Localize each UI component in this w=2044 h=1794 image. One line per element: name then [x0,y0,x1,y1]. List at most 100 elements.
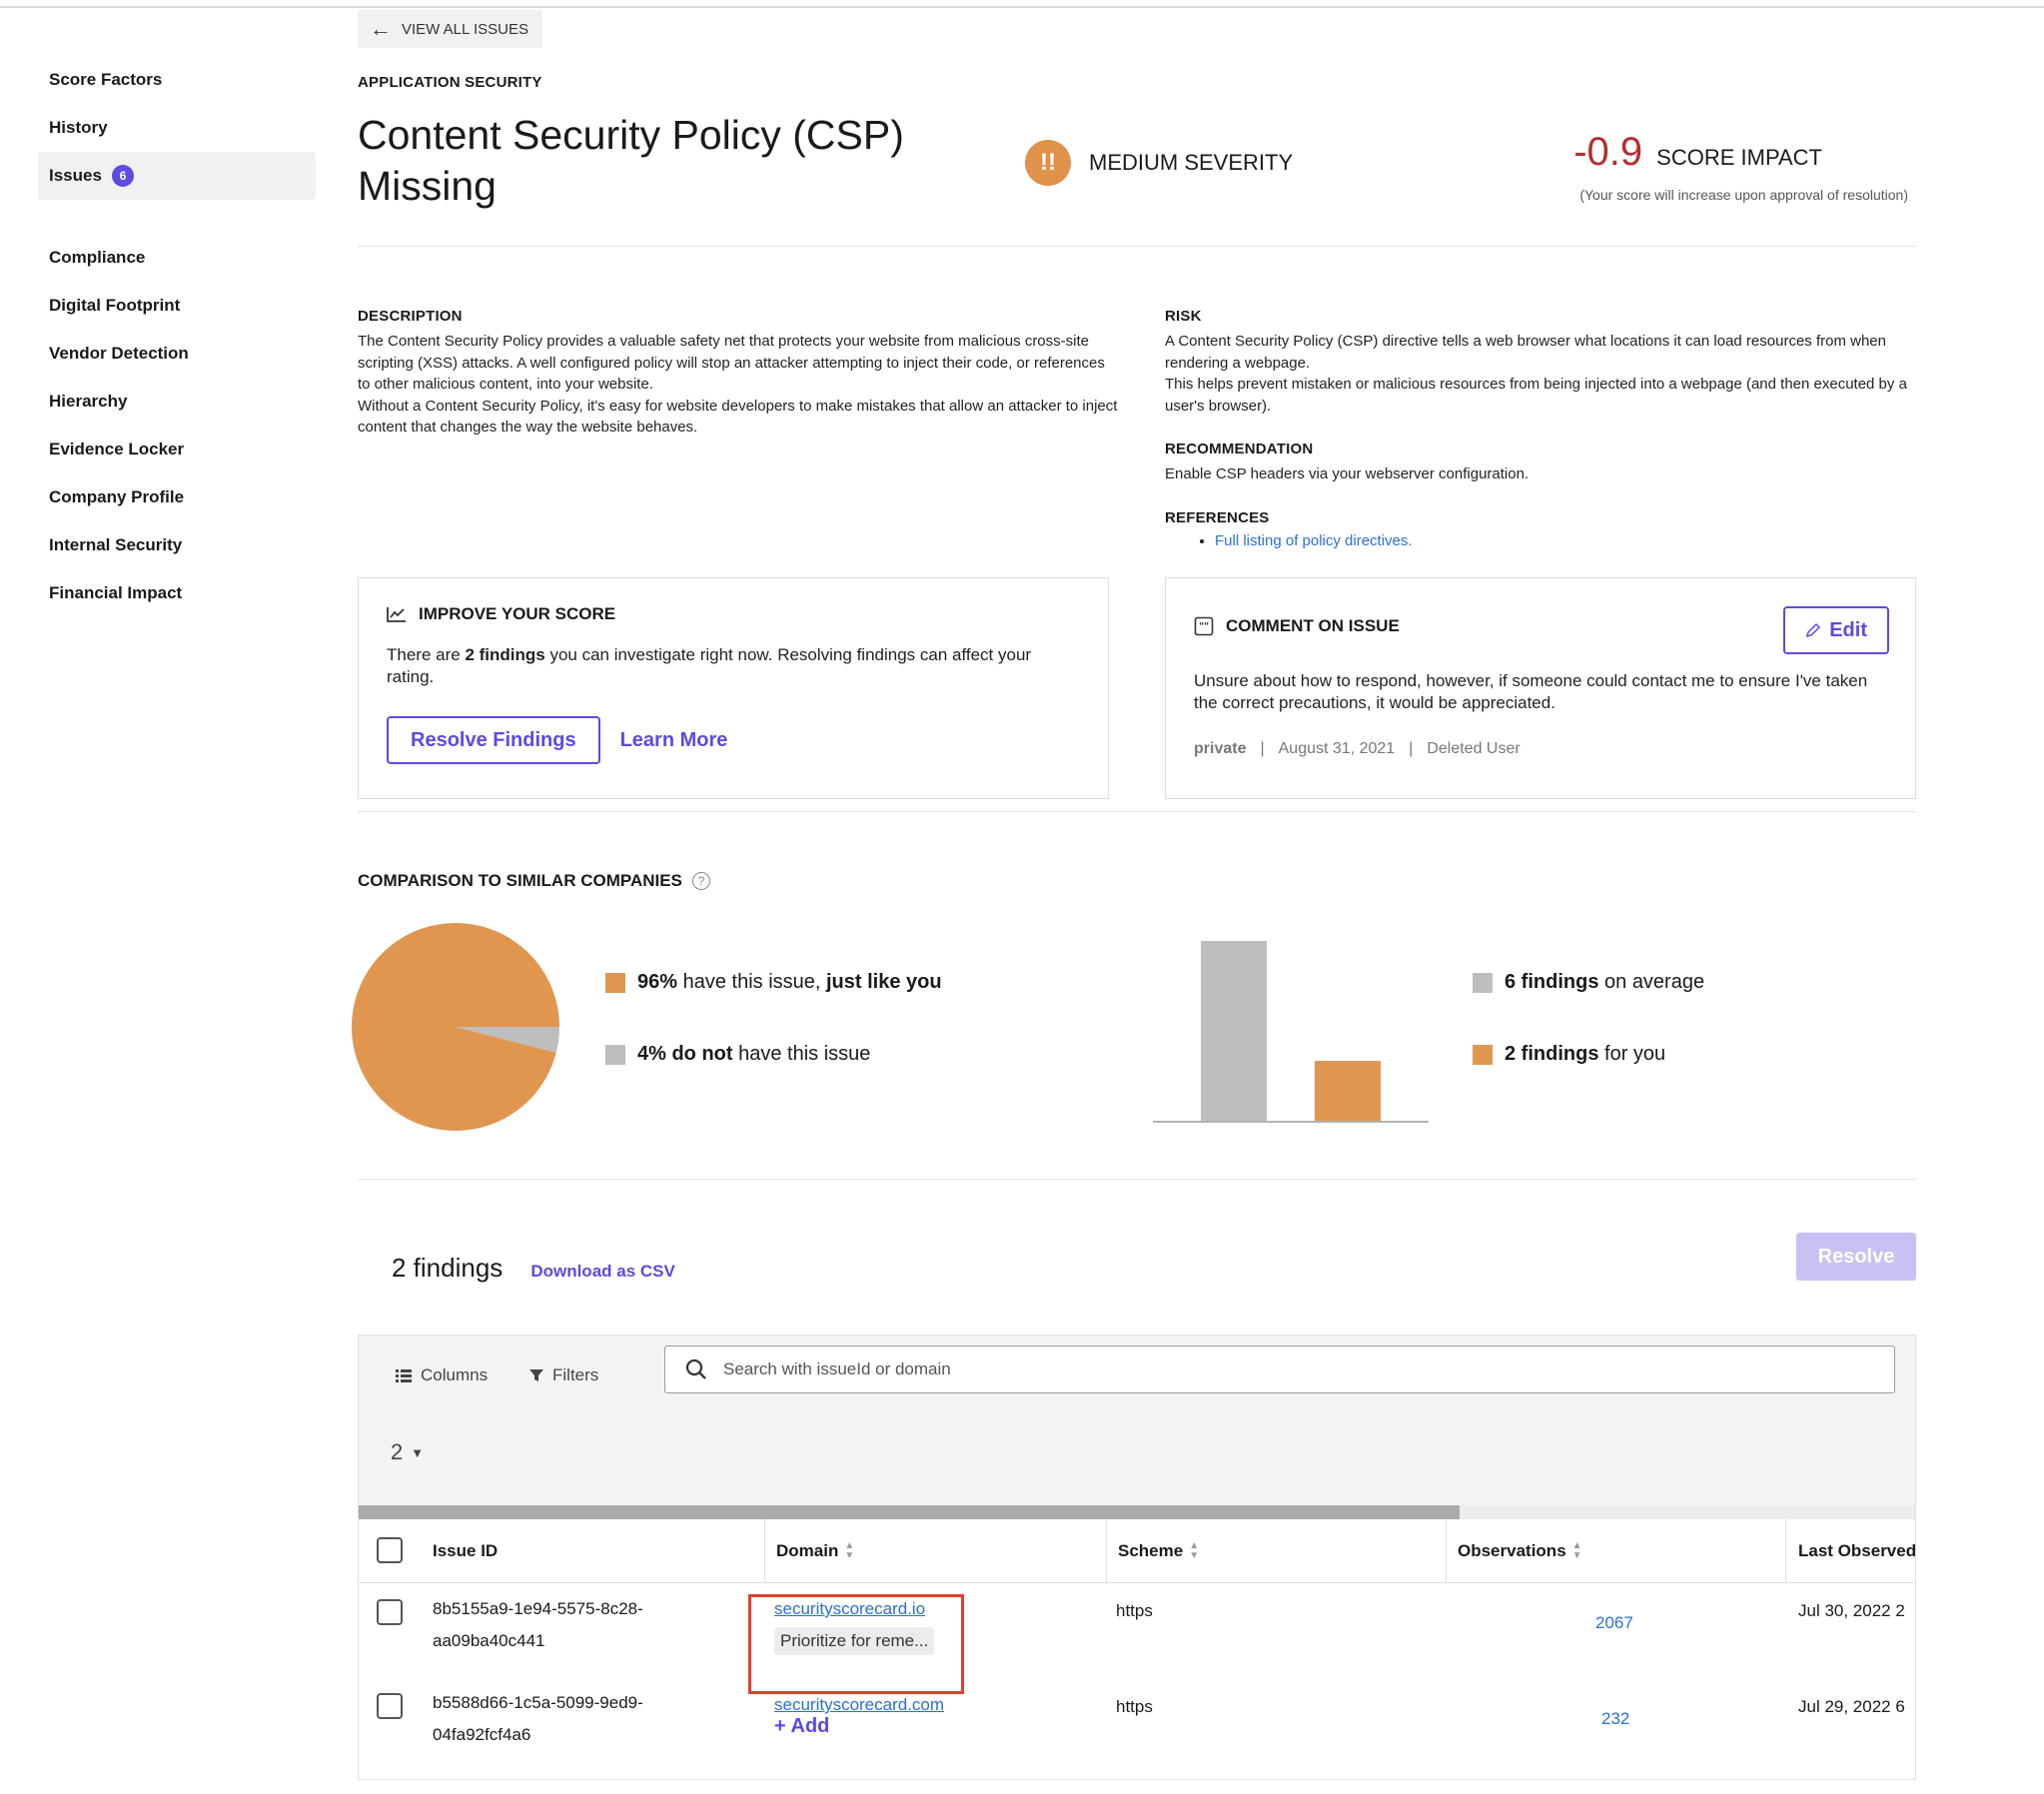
header-label: Observations [1458,1541,1566,1560]
risk-heading: RISK [1165,308,1202,325]
column-separator [764,1519,765,1583]
comment-date: August 31, 2021 [1278,740,1396,757]
edit-comment-button[interactable]: Edit [1783,606,1889,654]
sidebar-item-history[interactable]: History [38,104,316,152]
table-row: 8b5155a9-1e94-5575-8c28- aa09ba40c441 sec… [359,1583,1915,1679]
issue-id-cell: b5588d66-1c5a-5099-9ed9- 04fa92fcf4a6 [433,1687,643,1751]
risk-text-2: This helps prevent mistaken or malicious… [1165,376,1907,415]
row-checkbox[interactable] [377,1693,403,1719]
sidebar-item-financial-impact[interactable]: Financial Impact [38,569,316,617]
sort-icon: ▲ ▼ [1189,1540,1200,1561]
sidebar-item-hierarchy[interactable]: Hierarchy [38,378,316,426]
column-header-last-observed[interactable]: Last Observed [1798,1541,1916,1561]
sidebar-item-compliance[interactable]: Compliance [38,234,316,282]
issue-id-cell: 8b5155a9-1e94-5575-8c28- aa09ba40c441 [433,1593,643,1657]
severity-label: MEDIUM SEVERITY [1089,150,1294,175]
sidebar-item-label: History [49,118,108,137]
horizontal-scrollbar[interactable] [359,1505,1915,1519]
bar-average [1201,941,1267,1121]
row-checkbox[interactable] [377,1599,403,1625]
comment-card: " " COMMENT ON ISSUE Edit Unsure about ho… [1165,577,1916,799]
description-section: DESCRIPTION The Content Security Policy … [358,308,1121,439]
legend-not-rest: have this issue [732,1043,871,1065]
columns-button[interactable]: Columns [395,1365,488,1385]
risk-section: RISK A Content Security Policy (CSP) dir… [1165,308,1916,550]
description-heading: DESCRIPTION [358,308,463,325]
filters-button[interactable]: Filters [528,1365,598,1385]
sidebar-item-evidence-locker[interactable]: Evidence Locker [38,426,316,473]
findings-header: 2 findings Download as CSV [392,1253,675,1284]
legend-you-rest: for you [1598,1043,1666,1065]
column-header-domain[interactable]: Domain ▲ ▼ [776,1541,854,1561]
sidebar-item-company-profile[interactable]: Company Profile [38,473,316,521]
score-impact-note: (Your score will increase upon approval … [1579,187,1908,203]
quote-icon: " " [1194,616,1214,636]
header-label: Last Observed [1798,1541,1916,1560]
scrollbar-thumb[interactable] [359,1505,1460,1519]
header-label: Domain [776,1541,839,1560]
risk-text: A Content Security Policy (CSP) directiv… [1165,333,1886,372]
columns-label: Columns [421,1365,489,1384]
findings-count: 2 findings [392,1253,504,1283]
sidebar-item-label: Evidence Locker [49,440,185,458]
legend-have-bold2: just like you [826,971,942,993]
edit-label: Edit [1829,618,1867,641]
sidebar-item-label: Score Factors [49,70,163,89]
comparison-bar-chart [1153,941,1429,1123]
search-box [664,1346,1895,1393]
divider [358,811,1916,812]
legend-average-bold: 6 findings [1505,971,1599,993]
bar-legend-average: 6 findings on average [1473,971,1704,994]
sidebar-item-label: Vendor Detection [49,344,189,363]
domain-link[interactable]: securityscorecard.com [774,1695,944,1714]
legend-have-rest: have this issue, [677,971,826,993]
search-input[interactable] [723,1359,1822,1379]
columns-list-icon [396,1369,412,1382]
legend-not-text: 4% do not have this issue [637,1043,870,1066]
findings-table: Columns Filters 2 ▼ Issue ID Domain ▲▼ [358,1335,1916,1780]
issues-count-badge: 6 [111,165,134,187]
learn-more-link[interactable]: Learn More [620,729,728,752]
resolve-button[interactable]: Resolve [1796,1233,1916,1281]
last-observed-cell: Jul 30, 2022 2 [1798,1601,1905,1620]
caret-down-icon: ▼ [411,1444,425,1460]
page-size-select[interactable]: 2 ▼ [391,1439,424,1465]
column-header-scheme[interactable]: Scheme ▲ ▼ [1118,1541,1199,1561]
sidebar-item-score-factors[interactable]: Score Factors [38,56,316,104]
view-all-issues-button[interactable]: ← VIEW ALL ISSUES [358,10,542,48]
sidebar-item-label: Compliance [49,248,146,267]
sidebar-item-label: Internal Security [49,535,183,554]
sidebar-item-label: Hierarchy [49,392,128,411]
svg-text:": " [1204,621,1209,632]
sidebar-item-vendor-detection[interactable]: Vendor Detection [38,330,316,378]
table-header-row: Issue ID Domain ▲ ▼ Scheme ▲ ▼ Observations ▲… [359,1519,1916,1583]
table-row: b5588d66-1c5a-5099-9ed9- 04fa92fcf4a6 sec… [359,1679,1915,1775]
issue-id-line-1: b5588d66-1c5a-5099-9ed9- [433,1693,643,1712]
score-impact: -0.9 SCORE IMPACT (Your score will incre… [1573,130,1908,203]
references-block: REFERENCES Full listing of policy direct… [1165,509,1916,550]
score-impact-label: SCORE IMPACT [1656,145,1822,170]
pie-legend-not: 4% do not have this issue [605,1043,870,1066]
add-tag-button[interactable]: + Add [774,1715,829,1737]
comment-heading-label: COMMENT ON ISSUE [1226,616,1400,635]
sidebar-item-internal-security[interactable]: Internal Security [38,521,316,569]
filters-label: Filters [552,1365,599,1384]
legend-average-text: 6 findings on average [1505,971,1704,994]
legend-not-bold: 4% do not [637,1043,733,1065]
improve-score-heading: IMPROVE YOUR SCORE [387,604,1080,624]
sidebar-item-issues[interactable]: Issues 6 [38,152,316,200]
sort-icon: ▲ ▼ [844,1540,855,1561]
column-header-issue-id[interactable]: Issue ID [433,1541,498,1561]
column-header-observations[interactable]: Observations ▲ ▼ [1458,1541,1582,1561]
sort-icon: ▲ ▼ [1571,1540,1582,1561]
observations-link[interactable]: 2067 [1595,1613,1633,1633]
resolve-findings-button[interactable]: Resolve Findings [387,716,600,764]
sidebar-item-digital-footprint[interactable]: Digital Footprint [38,282,316,330]
help-icon[interactable]: ? [691,872,710,890]
score-impact-value: -0.9 [1573,130,1643,174]
policy-directives-link[interactable]: Full listing of policy directives. [1215,532,1413,549]
sidebar-item-label: Digital Footprint [49,296,181,315]
download-csv-link[interactable]: Download as CSV [530,1262,675,1282]
select-all-checkbox[interactable] [377,1537,403,1563]
observations-link[interactable]: 232 [1601,1709,1629,1729]
